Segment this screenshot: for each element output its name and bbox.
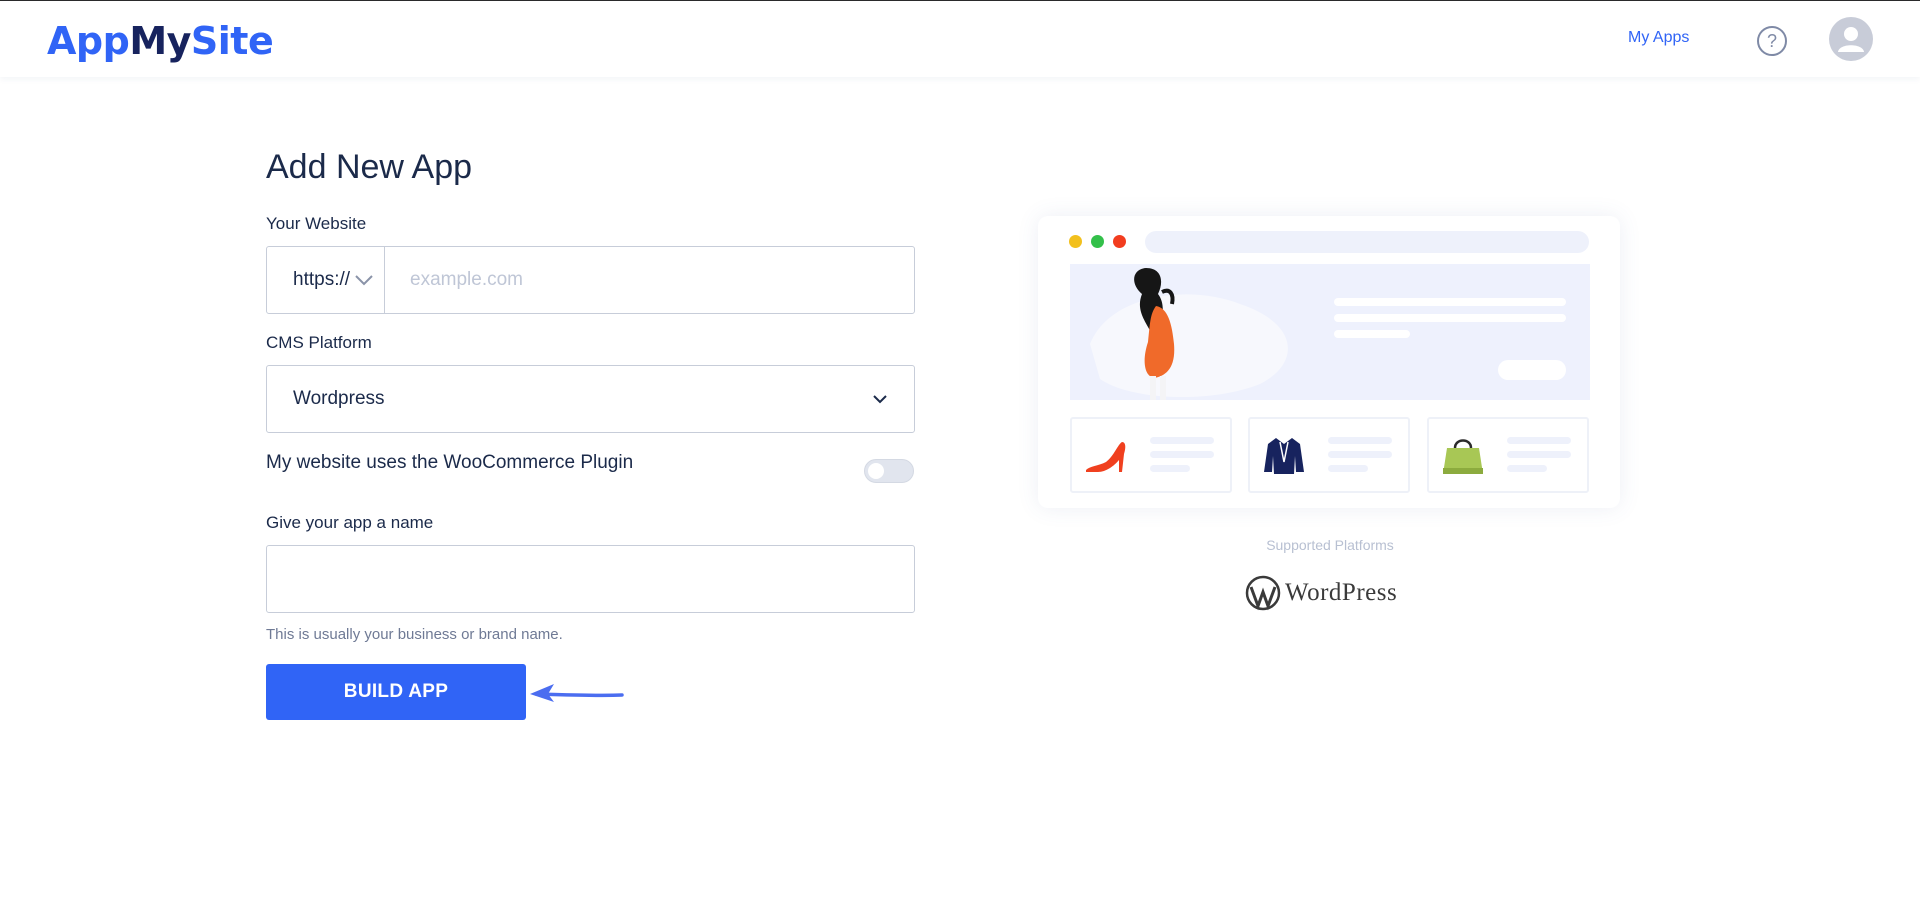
wordpress-logo: WordPress	[1245, 575, 1397, 611]
protocol-select[interactable]: https://	[267, 247, 385, 313]
toggle-knob	[868, 463, 884, 479]
arrow-left-icon	[530, 684, 624, 702]
product-text-line	[1328, 451, 1392, 458]
jacket-icon	[1264, 438, 1304, 474]
preview-url-bar	[1145, 231, 1589, 253]
cms-platform-select[interactable]: Wordpress	[266, 365, 915, 433]
user-avatar-icon[interactable]	[1829, 17, 1873, 61]
app-name-hint: This is usually your business or brand n…	[266, 626, 563, 643]
website-field-group: https://	[266, 246, 915, 314]
woocommerce-label: My website uses the WooCommerce Plugin	[266, 452, 634, 473]
chevron-down-icon	[873, 395, 887, 404]
window-dot-green	[1091, 235, 1104, 248]
website-label: Your Website	[266, 214, 367, 233]
logo-text-app: App	[47, 19, 130, 63]
app-name-label: Give your app a name	[266, 513, 434, 532]
product-text-line	[1150, 451, 1214, 458]
product-card	[1248, 417, 1410, 493]
woocommerce-toggle[interactable]	[864, 459, 914, 483]
logo-text-site: Site	[190, 19, 274, 63]
chevron-down-icon	[355, 275, 373, 286]
product-card	[1070, 417, 1232, 493]
product-text-line	[1150, 465, 1190, 472]
help-icon[interactable]: ?	[1757, 26, 1787, 56]
product-card	[1427, 417, 1589, 493]
appmysite-logo[interactable]: AppMySite	[47, 19, 274, 63]
product-text-line	[1507, 451, 1571, 458]
hero-text-line	[1334, 298, 1566, 306]
window-dot-red	[1113, 235, 1126, 248]
logo-text-my: My	[129, 19, 191, 63]
high-heel-icon	[1086, 442, 1126, 472]
top-navbar: AppMySite My Apps ?	[0, 1, 1920, 77]
product-text-line	[1328, 465, 1368, 472]
cms-platform-label: CMS Platform	[266, 333, 372, 352]
store-preview-illustration	[1038, 216, 1620, 508]
wordpress-wordmark: WordPress	[1285, 579, 1398, 606]
wordpress-icon	[1245, 575, 1281, 611]
protocol-value: https://	[293, 269, 351, 290]
my-apps-link[interactable]: My Apps	[1628, 29, 1689, 47]
product-text-line	[1150, 437, 1214, 444]
cms-platform-value: Wordpress	[293, 388, 385, 409]
supported-platforms-label: Supported Platforms	[1266, 537, 1394, 553]
window-dot-yellow	[1069, 235, 1082, 248]
build-app-button[interactable]: BUILD APP	[266, 664, 526, 720]
hero-text-line	[1334, 330, 1410, 338]
product-text-line	[1507, 465, 1547, 472]
hero-button-shape	[1498, 360, 1566, 380]
app-name-input[interactable]	[266, 545, 915, 613]
shopping-bag-icon	[1443, 439, 1483, 474]
product-text-line	[1328, 437, 1392, 444]
page-title: Add New App	[266, 148, 473, 186]
hero-text-line	[1334, 314, 1566, 322]
website-url-input[interactable]	[385, 247, 914, 313]
preview-hero-banner	[1070, 264, 1590, 400]
product-text-line	[1507, 437, 1571, 444]
